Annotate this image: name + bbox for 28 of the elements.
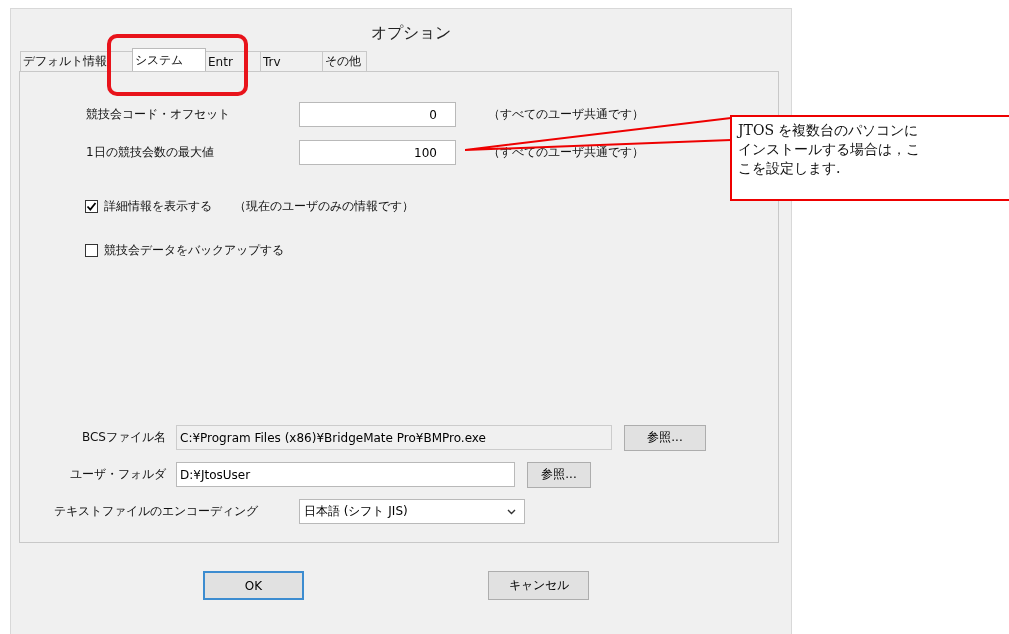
checkbox-note: （現在のユーザのみの情報です）: [234, 197, 414, 215]
browse-button[interactable]: 参照...: [527, 461, 591, 488]
field-label: 競技会コード・オフセット: [85, 106, 231, 123]
browse-button[interactable]: 参照...: [624, 424, 706, 451]
tab[interactable]: デフォルト情報: [20, 51, 133, 71]
field-label: BCSファイル名: [80, 429, 167, 446]
dialog-button[interactable]: OK: [203, 571, 304, 600]
dialog-button[interactable]: キャンセル: [488, 571, 589, 600]
checkbox-label[interactable]: 競技会データをバックアップする: [104, 241, 284, 259]
field-label: ユーザ・フォルダ: [69, 466, 167, 483]
path-field[interactable]: D:¥JtosUser: [176, 462, 515, 487]
number-field[interactable]: 0: [299, 102, 456, 127]
checkbox[interactable]: [85, 199, 98, 213]
field-label: テキストファイルのエンコーディング: [53, 503, 259, 520]
encoding-dropdown[interactable]: 日本語 (シフト JIS): [299, 499, 525, 524]
field-label: 1日の競技会数の最大値: [85, 144, 215, 161]
callout-text: JTOS を複数台のパソコンに: [738, 121, 919, 140]
chevron-icon: [507, 508, 516, 515]
number-field[interactable]: 100: [299, 140, 456, 165]
checkbox[interactable]: [85, 243, 98, 257]
window-title: オプション: [370, 22, 452, 44]
callout-text: インストールする場合は，こ: [738, 140, 920, 159]
checkbox-label[interactable]: 詳細情報を表示する: [104, 197, 212, 215]
field-note: （すべてのユーザ共通です）: [488, 106, 644, 123]
path-field[interactable]: C:¥Program Files (x86)¥BridgeMate Pro¥BMPro.exe: [176, 425, 612, 450]
tab[interactable]: その他: [322, 51, 367, 71]
callout-text: こを設定します.: [738, 159, 841, 178]
tab[interactable]: システム: [132, 48, 206, 71]
